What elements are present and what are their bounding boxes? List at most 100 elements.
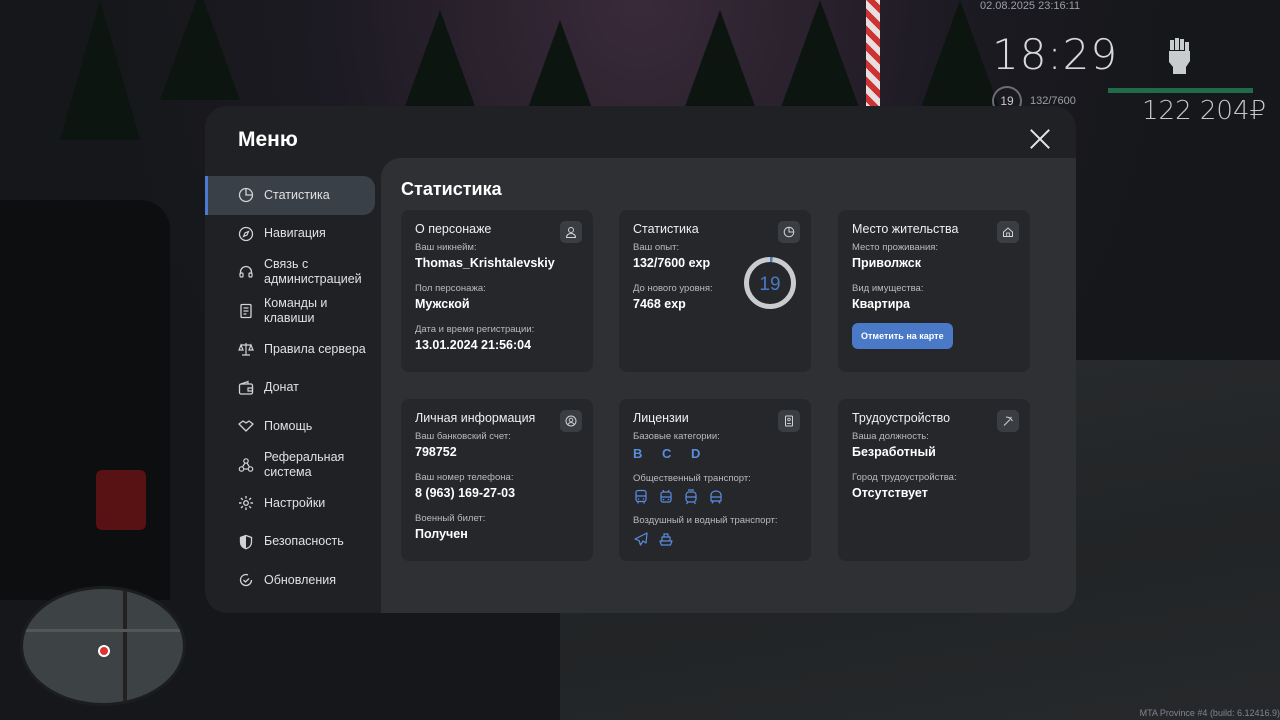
gender-label: Пол персонажа: (415, 283, 486, 294)
sidebar-item-navigation[interactable]: Навигация (205, 215, 375, 254)
id-card-icon (778, 410, 800, 432)
military-id-value: Получен (415, 527, 468, 541)
sidebar-item-security[interactable]: Безопасность (205, 523, 375, 562)
sidebar: Статистика Навигация Связь с администрац… (205, 176, 381, 600)
bank-account-value: 798752 (415, 445, 457, 459)
tree (920, 0, 1000, 110)
air-water-transport-label: Воздушный и водный транспорт: (633, 515, 778, 526)
residence-place-label: Место проживания: (852, 242, 939, 253)
sidebar-item-label: Обновления (264, 572, 336, 587)
mark-on-map-button[interactable]: Отметить на карте (852, 323, 953, 349)
close-button[interactable] (1029, 128, 1051, 150)
sidebar-item-label: Статистика (264, 187, 330, 202)
base-categories-value: B C D (633, 446, 709, 461)
barrier-pole (866, 0, 880, 110)
sidebar-item-label: Помощь (264, 418, 313, 433)
employment-city-label: Город трудоустройства: (852, 472, 957, 483)
menu-title: Меню (238, 128, 298, 151)
sidebar-item-help[interactable]: Помощь (205, 407, 375, 446)
compass-icon (238, 226, 254, 241)
metro-icon (710, 490, 722, 504)
stats-card: Статистика Ваш опыт: 132/7600 exp До нов… (619, 210, 811, 372)
content-area: Статистика О персонаже Ваш никнейм: Thom… (381, 158, 1076, 613)
plane-icon (634, 532, 648, 546)
residence-place-value: Приволжск (852, 256, 921, 270)
registration-value: 13.01.2024 21:56:04 (415, 338, 532, 352)
sidebar-item-rules[interactable]: Правила сервера (205, 330, 375, 369)
nickname-value: Thomas_Krishtalevskiy (415, 256, 555, 270)
military-id-label: Военный билет: (415, 513, 486, 524)
employment-card: Трудоустройство Ваша должность: Безработ… (838, 399, 1030, 561)
tram-icon (685, 489, 697, 505)
sidebar-item-label: Реферальная система (264, 449, 345, 479)
home-icon (997, 221, 1019, 243)
user-circle-icon (560, 410, 582, 432)
tree (680, 10, 760, 120)
minimap (20, 586, 186, 706)
wallet-icon (238, 380, 254, 395)
scales-icon (238, 343, 254, 356)
bank-account-label: Ваш банковский счет: (415, 431, 511, 442)
phone-label: Ваш номер телефона: (415, 472, 514, 483)
card-title: Личная информация (415, 411, 536, 425)
property-type-value: Квартира (852, 297, 910, 311)
minimap-road (23, 629, 183, 632)
phone-value: 8 (963) 169-27-03 (415, 486, 516, 500)
trolleybus-icon (660, 489, 672, 503)
user-icon (560, 221, 582, 243)
gear-icon (239, 496, 253, 511)
shield-icon (239, 534, 253, 550)
hud-health-bar (1108, 88, 1253, 93)
public-transport-label: Общественный транспорт: (633, 473, 751, 484)
property-type-label: Вид имущества: (852, 283, 924, 294)
sidebar-item-label: Связь с администрацией (264, 257, 362, 287)
public-transport-icons (633, 489, 797, 505)
exp-label: Ваш опыт: (633, 242, 680, 253)
sidebar-item-label: Команды и клавиши (264, 295, 328, 325)
hud-clock: 18:29 (992, 30, 1119, 79)
pickaxe-icon (997, 410, 1019, 432)
base-categories-label: Базовые категории: (633, 431, 720, 442)
menu-window: Меню Статистика Навигация Связь с админи… (205, 106, 1076, 613)
position-value: Безработный (852, 445, 936, 459)
tree (780, 0, 860, 110)
network-icon (238, 457, 254, 472)
sidebar-item-label: Донат (264, 380, 299, 395)
residence-card: Место жительства Место проживания: Приво… (838, 210, 1030, 372)
sidebar-item-statistics[interactable]: Статистика (205, 176, 375, 215)
sidebar-item-commands[interactable]: Команды и клавиши (205, 292, 375, 331)
handshake-icon (238, 420, 254, 432)
car-tail-light (96, 470, 146, 530)
headset-icon (239, 266, 253, 278)
card-title: О персонаже (415, 222, 492, 236)
card-title: Статистика (633, 222, 699, 236)
sidebar-item-donate[interactable]: Донат (205, 369, 375, 408)
sidebar-item-contact-admin[interactable]: Связь с администрацией (205, 253, 375, 292)
character-card: О персонаже Ваш никнейм: Thomas_Krishtal… (401, 210, 593, 372)
employment-city-value: Отсутствует (852, 486, 928, 500)
tree (400, 10, 480, 120)
sidebar-item-referral[interactable]: Реферальная система (205, 446, 375, 485)
gender-value: Мужской (415, 297, 470, 311)
pie-chart-icon (778, 221, 800, 243)
sidebar-item-updates[interactable]: Обновления (205, 561, 375, 600)
ship-icon (659, 533, 673, 546)
position-label: Ваша должность: (852, 431, 929, 442)
licenses-card: Лицензии Базовые категории: B C D Общест… (619, 399, 811, 561)
air-water-transport-icons (633, 531, 797, 547)
registration-label: Дата и время регистрации: (415, 324, 535, 335)
nickname-label: Ваш никнейм: (415, 242, 477, 253)
tree (60, 0, 140, 140)
player-marker (98, 645, 110, 657)
hud-money: 122 204₽ (1142, 96, 1267, 126)
sidebar-item-label: Навигация (264, 226, 326, 241)
personal-info-card: Личная информация Ваш банковский счет: 7… (401, 399, 593, 561)
tree (160, 0, 240, 100)
sidebar-item-label: Безопасность (264, 534, 344, 549)
sidebar-item-label: Правила сервера (264, 341, 366, 356)
content-title: Статистика (401, 179, 502, 199)
level-number: 19 (759, 274, 780, 295)
fist-icon (1169, 38, 1190, 74)
sidebar-item-settings[interactable]: Настройки (205, 484, 375, 523)
card-title: Лицензии (633, 411, 689, 425)
